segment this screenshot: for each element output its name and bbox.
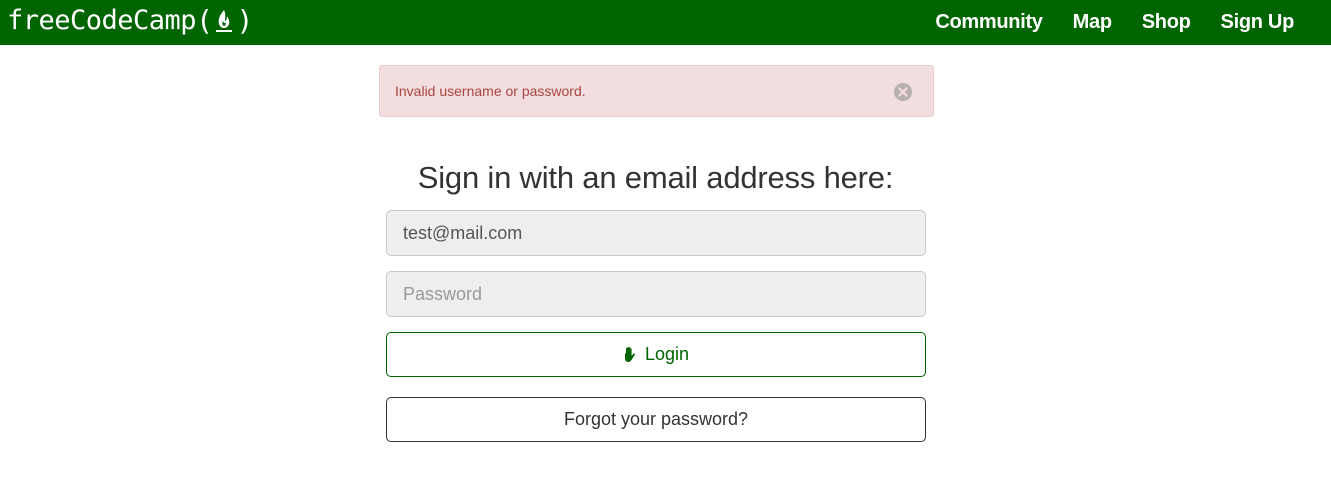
close-circle-icon[interactable] bbox=[893, 82, 913, 102]
forgot-label: Forgot your password? bbox=[563, 409, 749, 429]
fire-icon bbox=[216, 10, 233, 32]
signin-title: Sign in with an email address here: bbox=[417, 160, 894, 195]
nav-link-community[interactable]: Community bbox=[935, 11, 1043, 34]
nav-link-sign-up[interactable]: Sign Up bbox=[1221, 11, 1295, 34]
email-field[interactable] bbox=[386, 210, 926, 256]
brand-paren-close: ) bbox=[236, 4, 253, 37]
nav-links: Community Map Shop Sign Up bbox=[935, 0, 1294, 45]
login-label: Login bbox=[644, 344, 690, 364]
brand-paren-open: ( bbox=[196, 4, 213, 37]
password-field[interactable] bbox=[386, 271, 926, 317]
nav-link-map[interactable]: Map bbox=[1073, 11, 1112, 34]
brand-text: freeCodeCamp bbox=[7, 5, 197, 36]
error-alert: Invalid username or password. bbox=[379, 65, 934, 117]
alert-message: Invalid username or password. bbox=[395, 83, 586, 99]
hand-icon bbox=[624, 346, 635, 362]
login-button[interactable]: Login bbox=[386, 332, 926, 377]
navbar: freeCodeCamp ( ) Community Map Shop Sign… bbox=[0, 0, 1331, 45]
forgot-password-button[interactable]: Forgot your password? bbox=[386, 397, 926, 442]
brand-logo[interactable]: freeCodeCamp ( ) bbox=[7, 4, 253, 38]
nav-link-shop[interactable]: Shop bbox=[1142, 11, 1191, 34]
